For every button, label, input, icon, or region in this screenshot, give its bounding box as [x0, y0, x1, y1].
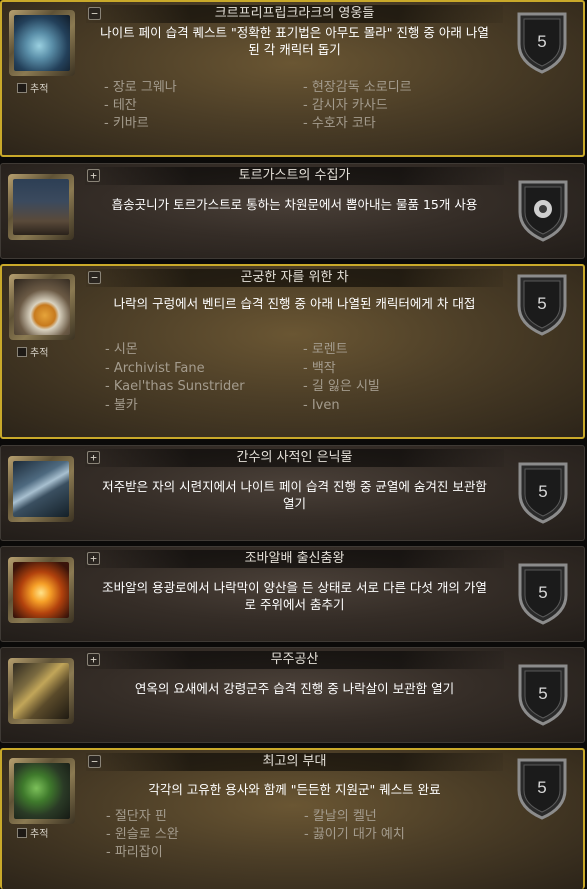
chest-icon — [13, 663, 69, 719]
track-label: 추적 — [30, 829, 49, 840]
achievement-description: 연옥의 요새에서 강령군주 습격 진행 중 나락살이 보관함 열기 — [134, 681, 455, 696]
points-value: 5 — [537, 778, 546, 797]
hidden-cache-icon — [13, 461, 69, 517]
collapse-toggle[interactable]: − — [88, 755, 101, 768]
criteria-item: - 길 잃은 시빌 — [303, 379, 380, 394]
torghast-tower-icon — [13, 179, 69, 235]
criteria-item: - 절단자 핀 — [106, 809, 167, 824]
track-checkbox[interactable]: 추적 — [17, 828, 48, 841]
checkbox-icon — [17, 347, 27, 357]
criteria-item: - 백작 — [303, 360, 336, 376]
achievement-icon-frame — [9, 10, 75, 76]
achievement-row[interactable]: 토르가스트의 수집가 + 흡송곳니가 토르가스트로 통하는 차원문에서 뽑아내는… — [0, 163, 585, 259]
criteria-right: - 현장감독 소로디르 - 감시자 카사드 - 수호자 코타 — [303, 79, 412, 133]
criteria-left: - 시몬 - Archivist Fane - Kael'thas Sunstr… — [105, 341, 245, 415]
expand-toggle[interactable]: + — [87, 169, 100, 182]
track-checkbox[interactable]: 추적 — [17, 347, 48, 360]
achievement-icon-frame — [9, 274, 75, 340]
criteria-left: - 장로 그웨나 - 테잔 - 키바르 — [104, 79, 177, 133]
collapse-toggle[interactable]: − — [88, 7, 101, 20]
checkbox-icon — [17, 83, 27, 93]
track-label: 추적 — [30, 84, 49, 95]
achievement-title: 토르가스트의 수집가 — [238, 168, 351, 183]
achievement-icon-frame — [8, 456, 74, 522]
points-shield-icon: 5 — [517, 274, 567, 336]
fae-creature-icon — [14, 15, 70, 71]
points-shield-icon: 5 — [518, 462, 568, 524]
achievement-icon-frame — [8, 174, 74, 240]
checkbox-icon — [17, 828, 27, 838]
track-label: 추적 — [30, 348, 49, 359]
criteria-item: - 파리잡이 — [106, 845, 163, 860]
expand-toggle[interactable]: + — [87, 552, 100, 565]
achievement-title: 최고의 부대 — [262, 754, 327, 769]
forge-fire-icon — [13, 562, 69, 618]
criteria-item: - 장로 그웨나 — [104, 80, 177, 95]
points-value: 5 — [537, 294, 546, 313]
criteria-item: - 윈슬로 스완 — [106, 827, 179, 842]
achievement-title: 조바알배 출신춤왕 — [244, 551, 345, 566]
tea-cup-icon — [14, 279, 70, 335]
achievement-icon-frame — [8, 557, 74, 623]
criteria-item: - 감시자 카사드 — [303, 98, 388, 113]
criteria-item: - 칼날의 켈넌 — [304, 809, 377, 824]
criteria-item: - Kael'thas Sunstrider — [105, 379, 245, 394]
achievement-title: 곤궁한 자를 위한 차 — [240, 270, 349, 285]
collapse-toggle[interactable]: − — [88, 271, 101, 284]
criteria-item: - Iven — [303, 397, 340, 413]
points-value: 5 — [537, 32, 546, 51]
criteria-item: - 불카 — [105, 397, 138, 413]
criteria-item: - 키바르 — [104, 116, 149, 131]
achievement-description: 나이트 페이 습격 퀘스트 "정확한 표기법은 아무도 몰라" 진행 중 아래 … — [100, 25, 489, 57]
points-shield-icon: 5 — [517, 758, 567, 820]
achievement-row[interactable]: 무주공산 + 연옥의 요새에서 강령군주 습격 진행 중 나락살이 보관함 열기… — [0, 647, 585, 743]
goblin-warband-icon — [14, 763, 70, 819]
criteria-left: - 절단자 핀 - 윈슬로 스완 - 파리잡이 — [106, 808, 179, 862]
points-shield-icon: 5 — [517, 12, 567, 74]
achievement-row[interactable]: 조바알배 출신춤왕 + 조바알의 용광로에서 나락막이 양산을 든 상태로 서로… — [0, 546, 585, 642]
points-shield-icon — [518, 180, 568, 242]
track-checkbox[interactable]: 추적 — [17, 83, 48, 96]
achievement-description: 저주받은 자의 시련지에서 나이트 페이 습격 진행 중 균열에 숨겨진 보관함… — [102, 479, 487, 511]
achievement-description: 나락의 구렁에서 벤티르 습격 진행 중 아래 나열된 캐릭터에게 차 대접 — [113, 296, 476, 311]
criteria-item: - 수호자 코타 — [303, 116, 376, 131]
achievement-icon-frame — [9, 758, 75, 824]
achievement-description: 흡송곳니가 토르가스트로 통하는 차원문에서 뽑아내는 물품 15개 사용 — [111, 197, 478, 212]
criteria-item: - 끓이기 대가 예치 — [304, 827, 405, 842]
achievement-title: 크르프리프립크라크의 영웅들 — [214, 6, 375, 21]
points-value: 5 — [538, 583, 547, 602]
criteria-right: - 로렌트 - 백작 - 길 잃은 시빌 - Iven — [303, 341, 380, 415]
criteria-item: - Archivist Fane — [105, 360, 205, 376]
achievement-title: 간수의 사적인 은닉물 — [236, 450, 353, 465]
achievement-description: 조바알의 용광로에서 나락막이 양산을 든 상태로 서로 다른 다섯 개의 가열… — [102, 580, 487, 612]
achievement-row[interactable]: 최고의 부대 − 추적 각각의 고유한 용사와 함께 "든든한 지원군" 퀘스트… — [0, 748, 585, 889]
achievement-title: 무주공산 — [270, 652, 319, 667]
achievement-icon-frame — [8, 658, 74, 724]
achievement-description: 각각의 고유한 용사와 함께 "든든한 지원군" 퀘스트 완료 — [148, 782, 441, 797]
criteria-item: - 시몬 — [105, 342, 138, 357]
achievement-row[interactable]: 크르프리프립크라크의 영웅들 − 추적 나이트 페이 습격 퀘스트 "정확한 표… — [0, 0, 585, 157]
criteria-item: - 현장감독 소로디르 — [303, 80, 412, 95]
criteria-right: - 칼날의 켈넌 - 끓이기 대가 예치 — [304, 808, 405, 844]
points-shield-icon: 5 — [518, 563, 568, 625]
points-value: 5 — [538, 482, 547, 501]
achievement-row[interactable]: 곤궁한 자를 위한 차 − 추적 나락의 구렁에서 벤티르 습격 진행 중 아래… — [0, 264, 585, 439]
criteria-item: - 테잔 — [104, 98, 137, 113]
points-value: 5 — [538, 684, 547, 703]
points-shield-icon: 5 — [518, 664, 568, 726]
expand-toggle[interactable]: + — [87, 653, 100, 666]
criteria-item: - 로렌트 — [303, 342, 348, 357]
achievement-row[interactable]: 간수의 사적인 은닉물 + 저주받은 자의 시련지에서 나이트 페이 습격 진행… — [0, 445, 585, 541]
expand-toggle[interactable]: + — [87, 451, 100, 464]
